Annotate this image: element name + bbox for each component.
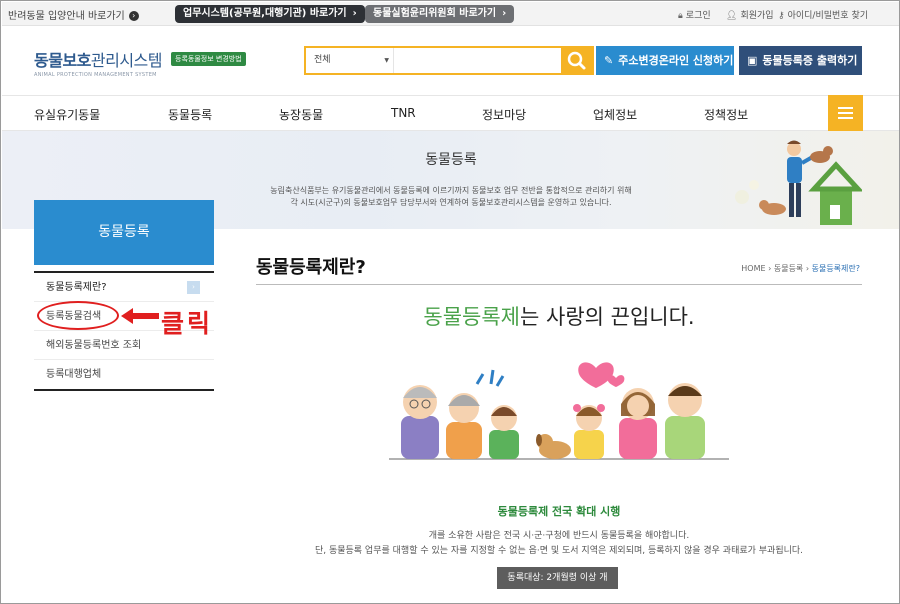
main-nav: 유실유기동물 동물등록 농장동물 TNR 정보마당 업체정보 정책정보	[2, 95, 899, 131]
adoption-guide-label: 반려동물 입양안내 바로가기	[8, 11, 125, 22]
login-link[interactable]: 🔒︎ 로그인	[678, 8, 711, 21]
search-button[interactable]	[561, 48, 592, 73]
nav-item-policy[interactable]: 정책정보	[704, 106, 748, 123]
slogan-highlight: 동물등록제	[423, 305, 520, 329]
nav-item-info[interactable]: 정보마당	[482, 106, 526, 123]
section-title: 동물등록제 전국 확대 시행	[497, 505, 621, 518]
search-category-select[interactable]: 전체 ▼	[306, 48, 394, 73]
highlight-ellipse	[37, 301, 119, 330]
work-system-button[interactable]: 업무시스템(공무원,대행기관) 바로가기 ›	[175, 5, 365, 23]
logo-title: 동물보호관리시스템	[34, 47, 163, 71]
hamburger-menu-button[interactable]	[828, 95, 863, 131]
logo-title-a: 동물보호	[34, 51, 91, 70]
person-with-dogs-illustration	[735, 140, 862, 225]
pencil-icon: ✎	[604, 54, 614, 67]
title-divider	[256, 284, 862, 285]
registration-target-label: 동록대상: 2개월령 이상 개	[497, 567, 618, 589]
nav-item-lost-animals[interactable]: 유실유기동물	[34, 106, 100, 123]
breadcrumb-section[interactable]: 동물등록	[774, 264, 803, 273]
signup-label: 회원가입	[740, 11, 774, 21]
nav-item-animal-registration[interactable]: 동물등록	[168, 106, 212, 123]
caret-down-icon: ▼	[384, 57, 389, 64]
signup-link[interactable]: 👤︎ 회원가입	[726, 8, 774, 21]
breadcrumb-home[interactable]: HOME	[741, 264, 765, 273]
logo-title-b: 관리시스템	[90, 51, 163, 70]
find-account-label: 아이디/비밀번호 찾기	[787, 11, 869, 21]
chevron-right-icon: ›	[352, 8, 357, 19]
print-certificate-button[interactable]: ▣ 동물등록증 출력하기	[739, 46, 862, 75]
breadcrumb-current: 동물등록제란?	[811, 264, 860, 273]
work-system-label: 업무시스템(공무원,대행기관) 바로가기	[183, 8, 347, 19]
section-description-1: 개를 소유한 사람은 전국 시·군·구청에 반드시 동물등록을 해야합니다.	[428, 531, 690, 541]
nav-item-tnr[interactable]: TNR	[391, 106, 416, 120]
browser-page: 반려동물 입양안내 바로가기 › 업무시스템(공무원,대행기관) 바로가기 › 동물…	[0, 0, 900, 604]
breadcrumb: HOME › 동물등록 › 동물등록제란?	[741, 263, 860, 274]
sidebar-item-registration-agencies[interactable]: 등록대행업체	[34, 360, 214, 389]
ethics-committee-label: 동물실험윤리위원회 바로가기	[373, 8, 497, 19]
hamburger-icon	[838, 107, 853, 109]
sidebar-item-label: 동물등록제란?	[46, 282, 107, 293]
key-icon: ⚷	[778, 11, 785, 21]
sidebar-item-what-is-registration[interactable]: 동물등록제란? ›	[34, 273, 214, 302]
page-title: 동물등록제란?	[256, 257, 366, 278]
find-account-link[interactable]: ⚷ 아이디/비밀번호 찾기	[778, 8, 868, 21]
ethics-committee-button[interactable]: 동물실험윤리위원회 바로가기 ›	[365, 5, 515, 23]
hamburger-icon-line	[838, 117, 853, 119]
site-logo[interactable]: 동물보호관리시스템 ANIMAL PROTECTION MANAGEMENT S…	[34, 47, 163, 78]
user-icon: 👤︎	[726, 11, 738, 21]
certificate-icon: ▣	[747, 54, 758, 67]
registration-change-badge[interactable]: 등록동물정보 변경방법	[171, 52, 246, 66]
search-category-value: 전체	[314, 55, 331, 65]
hamburger-icon-line	[838, 112, 853, 114]
sidebar-heading: 동물등록	[34, 200, 214, 265]
chevron-right-icon: ›	[128, 11, 139, 21]
logo-subtitle: ANIMAL PROTECTION MANAGEMENT SYSTEM	[34, 72, 157, 78]
chevron-right-icon: ›	[502, 8, 507, 19]
login-label: 로그인	[685, 11, 711, 21]
click-annotation-text: 클릭	[161, 309, 214, 338]
address-change-label: 주소변경온라인 신청하기	[618, 54, 734, 67]
section-description-2: 단, 동물등록 업무를 대행할 수 있는 자를 지정할 수 없는 읍·면 및 도…	[314, 546, 804, 556]
chevron-right-icon: ›	[187, 281, 200, 294]
search-bar: 전체 ▼	[304, 46, 594, 75]
lock-icon: 🔒︎	[678, 11, 683, 21]
print-certificate-label: 동물등록증 출력하기	[762, 54, 858, 67]
red-arrow-icon	[121, 308, 159, 324]
family-with-dog-illustration	[389, 362, 729, 460]
slogan: 동물등록제는 사랑의 끈입니다.	[256, 301, 862, 331]
address-change-button[interactable]: ✎ 주소변경온라인 신청하기	[596, 46, 734, 75]
search-icon	[567, 51, 586, 70]
sidebar-item-label: 해외동물등록번호 조회	[46, 340, 142, 351]
top-utility-bar: 반려동물 입양안내 바로가기 › 업무시스템(공무원,대행기관) 바로가기 › 동물…	[2, 2, 899, 26]
nav-item-business[interactable]: 업체정보	[593, 106, 637, 123]
sidebar-item-label: 등록대행업체	[46, 369, 102, 380]
slogan-rest: 는 사랑의 끈입니다.	[520, 305, 695, 329]
nav-item-farm-animals[interactable]: 농장동물	[279, 106, 323, 123]
adoption-guide-link[interactable]: 반려동물 입양안내 바로가기 ›	[8, 7, 139, 22]
